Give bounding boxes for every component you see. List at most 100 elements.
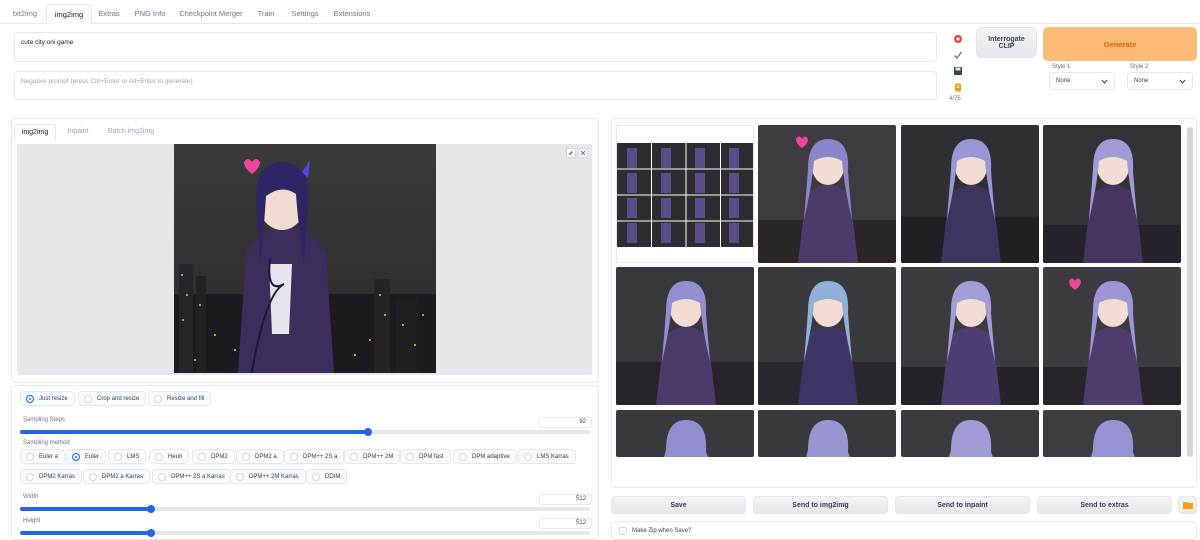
- sampler-dpm2-a-karras[interactable]: DPM2 a Karras: [83, 469, 151, 484]
- tab-train[interactable]: Train: [252, 4, 280, 24]
- radio-dot: [155, 452, 163, 461]
- check-icon[interactable]: [951, 48, 965, 62]
- sampler-label: DDIM: [325, 473, 341, 480]
- chevron-down-icon: [1101, 79, 1108, 84]
- tab-extras[interactable]: Extras: [94, 4, 124, 24]
- gallery-scrollbar[interactable]: [1187, 127, 1193, 457]
- interrogate-clip-button[interactable]: Interrogate CLIP: [976, 27, 1037, 58]
- gallery-grid-image[interactable]: [616, 125, 754, 263]
- sampler-label: DPM++ 2S a Karras: [171, 473, 225, 480]
- send-to-extras-button[interactable]: Send to extras: [1037, 496, 1172, 514]
- send-to-inpaint-button[interactable]: Send to inpaint: [895, 496, 1030, 514]
- gallery-image[interactable]: [758, 267, 896, 405]
- generate-button[interactable]: Generate: [1043, 27, 1197, 61]
- gallery-image[interactable]: [1043, 267, 1181, 405]
- style2-label: Style 2: [1130, 64, 1149, 70]
- sampler-dpmpp-2m-karras[interactable]: DPM++ 2M Karras: [230, 469, 306, 484]
- sampling-steps-input[interactable]: 92: [539, 417, 592, 428]
- sampler-dpm2-karras[interactable]: DPM2 Karras: [20, 469, 83, 484]
- slider-fill: [20, 507, 151, 511]
- tab-checkpoint-merger[interactable]: Checkpoint Merger: [176, 4, 246, 24]
- sampler-label: DPM2 Karras: [39, 473, 76, 480]
- sampler-dpm-adaptive[interactable]: DPM adaptive: [453, 449, 517, 464]
- radio-dot: [198, 452, 206, 461]
- radio-dot: [236, 472, 244, 481]
- open-folder-button[interactable]: [1178, 496, 1197, 514]
- interrogate-label-line1: Interrogate: [988, 35, 1025, 43]
- paste-icon[interactable]: [951, 32, 965, 46]
- gallery-image[interactable]: [901, 125, 1039, 263]
- width-slider[interactable]: [20, 505, 590, 513]
- slider-fill: [20, 531, 151, 535]
- resize-mode-label: Crop and resize: [97, 395, 140, 402]
- height-slider[interactable]: [20, 529, 590, 537]
- sampler-heun[interactable]: Heun: [149, 449, 190, 464]
- sampler-label: LMS: [127, 453, 140, 460]
- tab-extensions[interactable]: Extensions: [330, 4, 374, 24]
- sampling-steps-slider[interactable]: [20, 428, 590, 436]
- radio-dot: [154, 394, 162, 403]
- sampler-lms[interactable]: LMS: [108, 449, 147, 464]
- zip-checkbox[interactable]: [619, 526, 627, 535]
- send-to-img2img-button[interactable]: Send to img2img: [753, 496, 888, 514]
- save-style-icon[interactable]: [951, 64, 965, 78]
- radio-dot: [84, 394, 92, 403]
- sampler-label: DPM adaptive: [472, 453, 510, 460]
- tab-txt2img[interactable]: txt2img: [6, 4, 44, 24]
- resize-mode-resize-and-fill[interactable]: Resize and fill: [148, 391, 212, 406]
- gallery-image[interactable]: [616, 267, 754, 405]
- close-icon[interactable]: [578, 148, 588, 158]
- tab-png-info[interactable]: PNG Info: [130, 4, 170, 24]
- style1-select[interactable]: None: [1049, 72, 1115, 90]
- radio-dot: [114, 452, 122, 461]
- zip-option-row: Make Zip when Save?: [611, 521, 1197, 540]
- edit-icon[interactable]: [566, 148, 576, 158]
- tab-settings[interactable]: Settings: [286, 4, 324, 24]
- sampler-dpmpp-2s-a-karras[interactable]: DPM++ 2S a Karras: [152, 469, 232, 484]
- interrogate-label-line2: CLIP: [998, 42, 1015, 50]
- sampler-euler-a[interactable]: Euler a: [20, 449, 66, 464]
- sampler-dpmpp-2s-a[interactable]: DPM++ 2S a: [284, 449, 345, 464]
- sampler-label: DPM2 a: [255, 453, 277, 460]
- clipboard-icon[interactable]: [951, 80, 965, 94]
- style2-value: None: [1134, 78, 1149, 84]
- gallery-image[interactable]: [901, 267, 1039, 405]
- gallery-image[interactable]: [1043, 410, 1181, 457]
- gallery-image[interactable]: [901, 410, 1039, 457]
- resize-mode-just-resize[interactable]: Just resize: [20, 391, 75, 406]
- chevron-down-icon: [1179, 79, 1186, 84]
- resize-mode-label: Resize and fill: [167, 395, 205, 402]
- subtab-inpaint[interactable]: Inpaint: [60, 124, 96, 141]
- save-button[interactable]: Save: [611, 496, 746, 514]
- slider-knob[interactable]: [147, 505, 155, 513]
- sampler-dpm-fast[interactable]: DPM fast: [400, 449, 451, 464]
- sampler-lms-karras[interactable]: LMS Karras: [518, 449, 576, 464]
- sampler-ddim[interactable]: DDIM: [306, 469, 348, 484]
- gallery-image[interactable]: [616, 410, 754, 457]
- resize-mode-crop-and-resize[interactable]: Crop and resize: [78, 391, 147, 406]
- sampler-label: DPM fast: [419, 453, 444, 460]
- negative-prompt-input[interactable]: Negative prompt (press Ctrl+Enter or Alt…: [14, 71, 937, 100]
- radio-dot: [158, 472, 166, 481]
- sampler-dpm2[interactable]: DPM2: [192, 449, 235, 464]
- height-input[interactable]: 512: [539, 518, 592, 529]
- sampler-dpm2-a[interactable]: DPM2 a: [236, 449, 284, 464]
- slider-knob[interactable]: [147, 529, 155, 537]
- tab-img2img[interactable]: img2img: [46, 4, 92, 24]
- gallery-image[interactable]: [758, 125, 896, 263]
- gallery-image[interactable]: [758, 410, 896, 457]
- sampler-label: DPM++ 2M: [363, 453, 394, 460]
- style1-label: Style 1: [1052, 64, 1071, 70]
- sampler-euler[interactable]: Euler: [66, 449, 107, 464]
- prompt-input[interactable]: cute city oni game: [14, 32, 937, 62]
- slider-knob[interactable]: [364, 428, 372, 436]
- radio-dot: [524, 452, 532, 461]
- width-input[interactable]: 512: [539, 494, 592, 505]
- subtab-batch-img2img[interactable]: Batch img2img: [100, 124, 162, 141]
- subtab-img2img[interactable]: img2img: [14, 124, 56, 141]
- sampler-label: Euler: [85, 453, 100, 460]
- radio-dot: [312, 472, 320, 481]
- style2-select[interactable]: None: [1127, 72, 1193, 90]
- gallery-image[interactable]: [1043, 125, 1181, 263]
- sampler-dpmpp-2m[interactable]: DPM++ 2M: [344, 449, 401, 464]
